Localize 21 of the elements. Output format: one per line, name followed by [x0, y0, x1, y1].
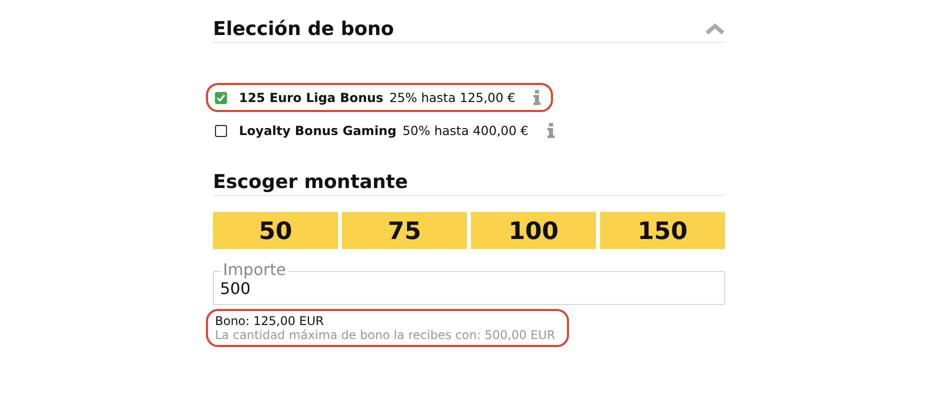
bonus-detail: 50% hasta 400,00 € [402, 123, 529, 138]
checkbox[interactable] [215, 124, 227, 136]
amount-button[interactable]: 50 [213, 212, 338, 249]
bonus-name: 125 Euro Liga Bonus [239, 90, 384, 105]
collapse-button[interactable] [705, 23, 725, 35]
bonus-name: Loyalty Bonus Gaming [239, 123, 396, 138]
amount-button[interactable]: 100 [471, 212, 596, 249]
amount-button[interactable]: 75 [342, 212, 467, 249]
bonus-detail: 25% hasta 125,00 € [389, 90, 516, 105]
field-label: Importe [221, 261, 288, 279]
amount-button[interactable]: 150 [600, 212, 725, 249]
section-title: Escoger montante [213, 171, 408, 193]
section-title: Elección de bono [213, 18, 394, 40]
checkbox[interactable] [215, 92, 227, 104]
bonus-amount: Bono: 125,00 EUR [215, 314, 324, 328]
info-icon[interactable] [546, 123, 555, 138]
bonus-option[interactable]: Loyalty Bonus Gaming 50% hasta 400,00 € [206, 116, 567, 145]
hint-text: La cantidad máxima de bono la recibes con: 500,00 EUR [215, 328, 556, 342]
chevron-icon [705, 23, 725, 35]
info-icon[interactable] [533, 90, 542, 105]
highlighted-option[interactable]: 125 Euro Liga Bonus 25% hasta 125,00 € [206, 83, 554, 112]
